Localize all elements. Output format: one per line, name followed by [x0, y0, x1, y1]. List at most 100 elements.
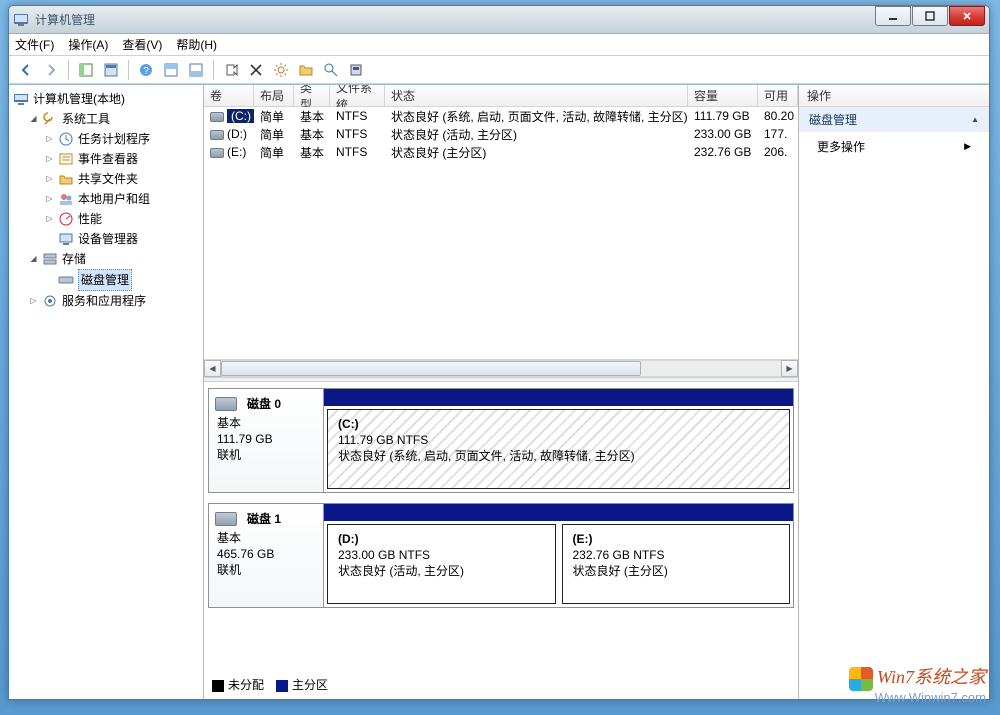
volume-row[interactable]: (E:)简单基本NTFS状态良好 (主分区)232.76 GB206. [204, 143, 798, 161]
menu-file[interactable]: 文件(F) [15, 36, 54, 53]
users-icon [58, 191, 74, 207]
partition[interactable]: (C:)111.79 GB NTFS状态良好 (系统, 启动, 页面文件, 活动… [327, 409, 790, 489]
tree-root[interactable]: 计算机管理(本地) [13, 89, 201, 109]
menu-action[interactable]: 操作(A) [68, 36, 108, 53]
expand-icon[interactable]: ▷ [45, 155, 54, 164]
expand-icon[interactable]: ▷ [45, 215, 54, 224]
device-icon [58, 231, 74, 247]
collapse-icon: ▲ [971, 115, 979, 124]
event-icon [58, 151, 74, 167]
legend-swatch-unallocated [212, 680, 224, 692]
folder-share-icon [58, 171, 74, 187]
expand-icon[interactable]: ▷ [45, 195, 54, 204]
tree-system-tools-label: 系统工具 [62, 109, 110, 129]
close-button[interactable] [949, 6, 985, 26]
toolbar: ? [9, 56, 989, 84]
tree-device-manager-label: 设备管理器 [78, 229, 138, 249]
partition[interactable]: (E:)232.76 GB NTFS状态良好 (主分区) [562, 524, 791, 604]
open-button[interactable] [295, 59, 317, 81]
find-button[interactable] [320, 59, 342, 81]
disk-icon [58, 272, 74, 288]
back-button[interactable] [15, 59, 37, 81]
forward-button[interactable] [40, 59, 62, 81]
disk-graphic-view[interactable]: 磁盘 0基本111.79 GB联机(C:)111.79 GB NTFS状态良好 … [204, 382, 798, 699]
computer-icon [13, 91, 29, 107]
drive-icon [210, 112, 224, 122]
titlebar: 计算机管理 [9, 6, 989, 34]
misc-button[interactable] [345, 59, 367, 81]
disk-color-bar [324, 389, 793, 406]
disk-header: 磁盘 0基本111.79 GB联机 [209, 389, 324, 492]
tree-shared-folders[interactable]: ▷共享文件夹 [45, 169, 201, 189]
horizontal-scrollbar[interactable]: ◀ ▶ [204, 359, 798, 377]
menu-help[interactable]: 帮助(H) [176, 36, 217, 53]
actions-header: 操作 [799, 85, 989, 107]
collapse-icon[interactable]: ◢ [29, 255, 38, 264]
actions-pane: 操作 磁盘管理 ▲ 更多操作 ▶ [799, 85, 989, 699]
tree-storage[interactable]: ◢ 存储 [29, 249, 201, 269]
maximize-button[interactable] [912, 6, 948, 26]
scroll-track[interactable] [221, 360, 781, 377]
expand-icon[interactable]: ▷ [29, 297, 38, 306]
view-bottom-button[interactable] [185, 59, 207, 81]
col-free[interactable]: 可用 [758, 85, 798, 106]
tree-services[interactable]: ▷ 服务和应用程序 [29, 291, 201, 311]
legend: 未分配 主分区 [208, 672, 332, 697]
refresh-button[interactable] [220, 59, 242, 81]
svg-text:?: ? [143, 66, 149, 77]
settings-button[interactable] [270, 59, 292, 81]
tree-performance[interactable]: ▷ 性能 [45, 209, 201, 229]
tree-task-scheduler-label: 任务计划程序 [78, 129, 150, 149]
tree-performance-label: 性能 [78, 209, 102, 229]
menubar: 文件(F) 操作(A) 查看(V) 帮助(H) [9, 34, 989, 56]
col-layout[interactable]: 布局 [254, 85, 294, 106]
disk-icon [215, 397, 237, 411]
col-status[interactable]: 状态 [385, 85, 688, 106]
tree-root-label: 计算机管理(本地) [33, 89, 125, 109]
scroll-right-button[interactable]: ▶ [781, 360, 798, 377]
performance-icon [58, 211, 74, 227]
collapse-icon[interactable]: ◢ [29, 115, 38, 124]
tree-event-viewer-label: 事件查看器 [78, 149, 138, 169]
volume-list[interactable]: 卷 布局 类型 文件系统 状态 容量 可用 (C:)简单基本NTFS状态良好 (… [204, 85, 798, 377]
col-type[interactable]: 类型 [294, 85, 330, 106]
legend-swatch-primary [276, 680, 288, 692]
minimize-button[interactable] [875, 6, 911, 26]
scroll-thumb[interactable] [221, 361, 641, 376]
volume-row[interactable]: (C:)简单基本NTFS状态良好 (系统, 启动, 页面文件, 活动, 故障转储… [204, 107, 798, 125]
tree-event-viewer[interactable]: ▷ 事件查看器 [45, 149, 201, 169]
volume-row[interactable]: (D:)简单基本NTFS状态良好 (活动, 主分区)233.00 GB177. [204, 125, 798, 143]
show-hide-tree-button[interactable] [75, 59, 97, 81]
navigation-tree[interactable]: 计算机管理(本地) ◢ 系统工具 ▷ 任务计划程序 ▷ 事件查看器 [9, 85, 204, 699]
services-icon [42, 293, 58, 309]
expand-icon[interactable]: ▷ [45, 175, 54, 184]
col-filesystem[interactable]: 文件系统 [330, 85, 385, 106]
disk-icon [215, 512, 237, 526]
tree-local-users-label: 本地用户和组 [78, 189, 150, 209]
tree-device-manager[interactable]: ▷设备管理器 [45, 229, 201, 249]
app-icon [13, 12, 29, 28]
disk-row[interactable]: 磁盘 0基本111.79 GB联机(C:)111.79 GB NTFS状态良好 … [208, 388, 794, 493]
view-top-button[interactable] [160, 59, 182, 81]
properties-button[interactable] [100, 59, 122, 81]
col-volume[interactable]: 卷 [204, 85, 254, 106]
drive-icon [210, 148, 224, 158]
scroll-left-button[interactable]: ◀ [204, 360, 221, 377]
help-button[interactable]: ? [135, 59, 157, 81]
clock-icon [58, 131, 74, 147]
tree-system-tools[interactable]: ◢ 系统工具 [29, 109, 201, 129]
tools-icon [42, 111, 58, 127]
disk-row[interactable]: 磁盘 1基本465.76 GB联机(D:)233.00 GB NTFS状态良好 … [208, 503, 794, 608]
expand-icon[interactable]: ▷ [45, 135, 54, 144]
tree-disk-management[interactable]: ▷磁盘管理 [45, 269, 201, 291]
actions-section[interactable]: 磁盘管理 ▲ [799, 107, 989, 132]
actions-more[interactable]: 更多操作 ▶ [799, 132, 989, 161]
partition[interactable]: (D:)233.00 GB NTFS状态良好 (活动, 主分区) [327, 524, 556, 604]
actions-more-label: 更多操作 [817, 138, 865, 155]
col-capacity[interactable]: 容量 [688, 85, 758, 106]
delete-button[interactable] [245, 59, 267, 81]
volume-columns: 卷 布局 类型 文件系统 状态 容量 可用 [204, 85, 798, 107]
tree-local-users[interactable]: ▷ 本地用户和组 [45, 189, 201, 209]
tree-task-scheduler[interactable]: ▷ 任务计划程序 [45, 129, 201, 149]
menu-view[interactable]: 查看(V) [122, 36, 162, 53]
